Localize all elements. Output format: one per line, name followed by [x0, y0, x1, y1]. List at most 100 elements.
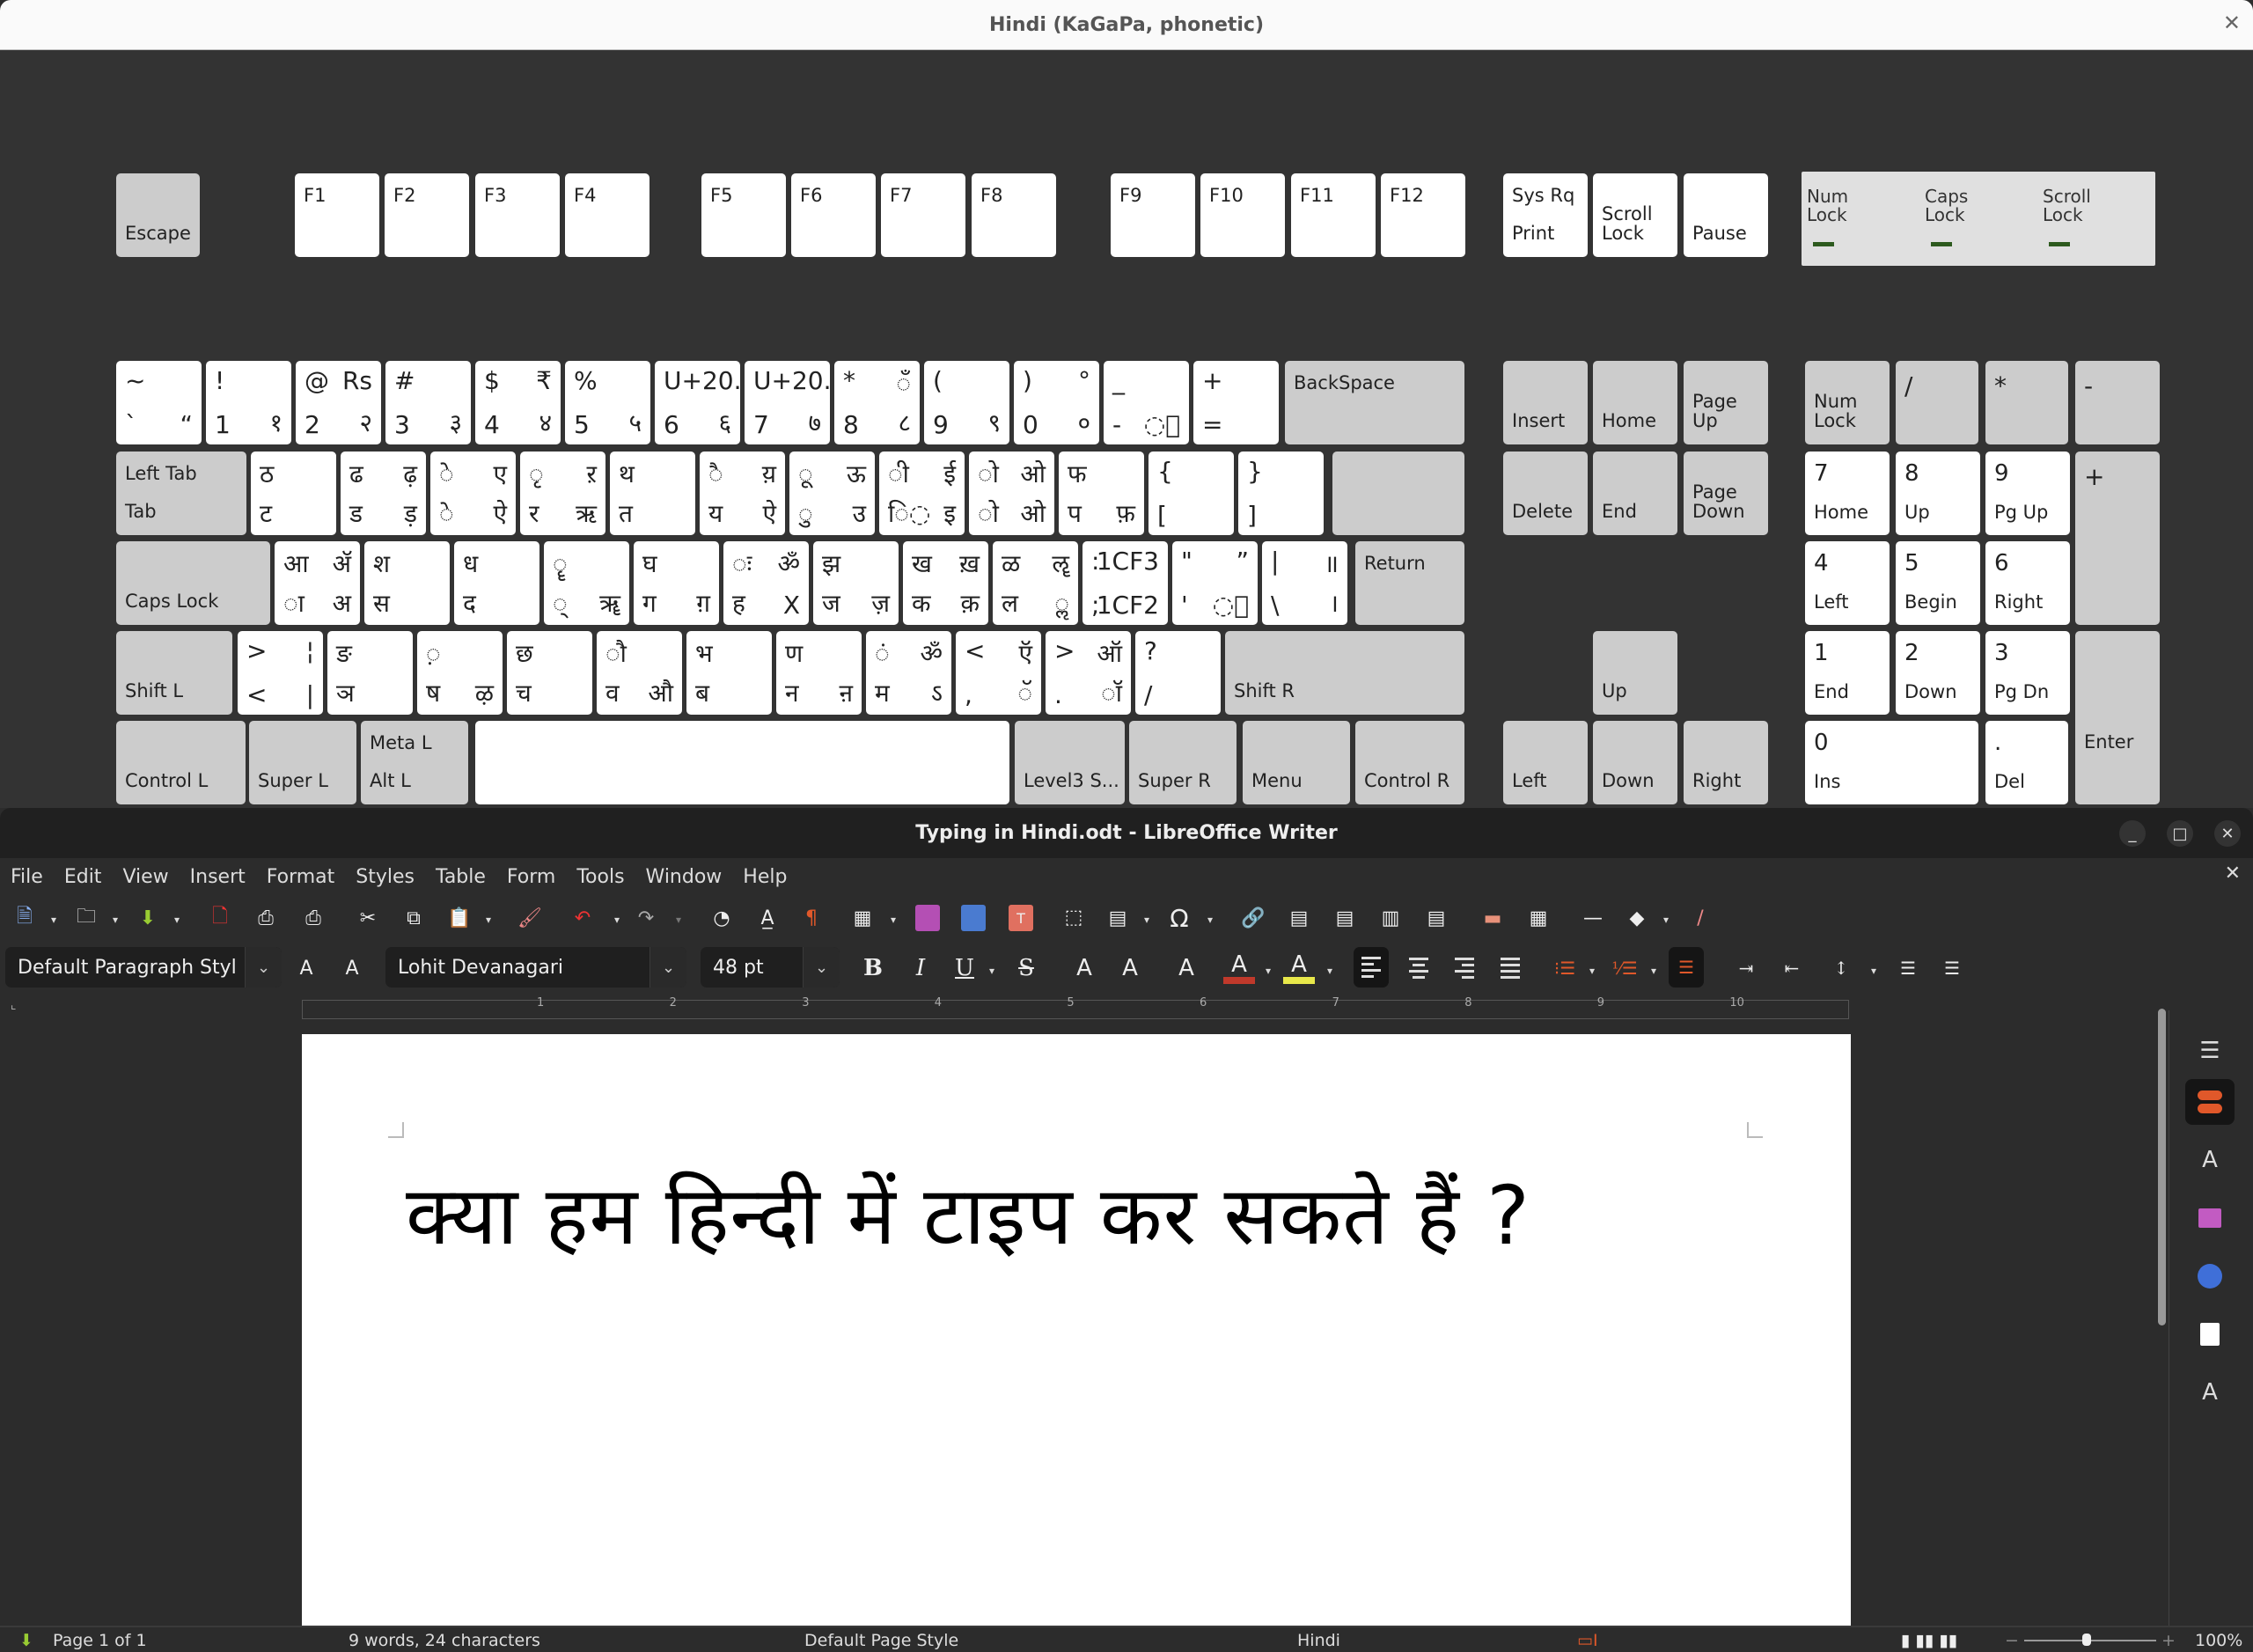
paragraph-spacing-icon[interactable]: ☰	[1892, 952, 1924, 984]
key-kp-3[interactable]: 3 Pg Dn	[1985, 631, 2070, 715]
key-backspace[interactable]: BackSpace	[1285, 361, 1464, 444]
key-caps-row[interactable]: ◌ः ॐ ह X	[723, 541, 809, 625]
increase-indent-icon[interactable]: ⇥	[1730, 952, 1762, 984]
key-kp-4[interactable]: 4 Left	[1805, 541, 1890, 625]
key-number-row[interactable]: % 5 ५	[565, 361, 650, 444]
special-character-icon[interactable]: Ω	[1167, 904, 1192, 933]
key-tab-row[interactable]: फ प फ़	[1059, 452, 1144, 535]
document-text[interactable]: क्या हम हिन्दी में टाइप कर सकते हैं ?	[406, 1157, 1530, 1267]
key-sys-2[interactable]: Pause	[1684, 173, 1768, 257]
key-f4[interactable]: F4	[565, 173, 649, 257]
insert-line-icon[interactable]: —	[1581, 905, 1605, 931]
sidebar-menu-icon[interactable]: ☰	[2185, 1028, 2235, 1074]
outline-list-button[interactable]: ☰	[1669, 947, 1704, 988]
key-kp-enter[interactable]: Enter	[2075, 631, 2160, 804]
key-caps-row[interactable]: घ ग ग़	[634, 541, 719, 625]
ruler-bar[interactable]	[302, 1000, 1849, 1019]
key-menu[interactable]: Menu	[1243, 721, 1350, 804]
zoom-out-icon[interactable]: −	[2005, 1631, 2019, 1650]
key-number-row[interactable]: ) ° 0 ०	[1014, 361, 1099, 444]
chevron-down-icon[interactable]: ▾	[486, 914, 491, 926]
styles-icon[interactable]: A	[2185, 1137, 2235, 1183]
key-shift-row[interactable]: > ऑ. ◌ॉ	[1046, 631, 1131, 715]
maximize-button[interactable]: □	[2167, 820, 2193, 847]
justify-button[interactable]	[1494, 952, 1526, 984]
key-left[interactable]: Left	[1503, 721, 1588, 804]
key-number-row[interactable]: * ◌ँ 8 ८	[834, 361, 920, 444]
key-delete[interactable]: Delete	[1503, 452, 1588, 535]
key-caps-row[interactable]: आ ॲ ◌ा अ	[275, 541, 360, 625]
subscript-icon[interactable]: A	[1114, 952, 1146, 984]
chevron-down-icon[interactable]: ⌄	[803, 947, 840, 988]
key-tab-row[interactable]: ◌ो ओ ◌ो ओ	[969, 452, 1054, 535]
key-shift-row[interactable]: भब	[686, 631, 772, 715]
new-document-icon[interactable]: 🗎	[12, 905, 37, 931]
key-kp-multiply[interactable]: *	[1985, 361, 2068, 444]
save-icon[interactable]: ⬇	[136, 905, 160, 931]
chevron-down-icon[interactable]: ▾	[1327, 965, 1332, 977]
key-shift-row[interactable]: ◌ं ॐ म ऽ	[866, 631, 951, 715]
numbered-list-icon[interactable]: ⅟☰	[1609, 952, 1640, 984]
menu-edit[interactable]: Edit	[64, 866, 102, 888]
bookmark-icon[interactable]: ▥	[1378, 905, 1403, 931]
hyperlink-icon[interactable]: 🔗	[1241, 905, 1266, 931]
key-down[interactable]: Down	[1593, 721, 1677, 804]
key-f9[interactable]: F9	[1111, 173, 1195, 257]
key-number-row[interactable]: @ Rs 2 २	[296, 361, 381, 444]
clear-formatting-icon[interactable]: A	[1171, 952, 1202, 984]
chevron-down-icon[interactable]: ▾	[174, 914, 180, 926]
chevron-down-icon[interactable]: ▾	[113, 914, 118, 926]
key-tab-row[interactable]: }]	[1238, 452, 1324, 535]
find-replace-icon[interactable]: ◔	[709, 905, 734, 931]
line-spacing-icon[interactable]: ↕	[1825, 952, 1857, 984]
insert-chart-icon[interactable]	[961, 905, 986, 931]
save-status-icon[interactable]: ⬇	[19, 1631, 33, 1650]
key-page-down[interactable]: Page Down	[1684, 452, 1768, 535]
insert-image-icon[interactable]	[915, 905, 940, 931]
strikethrough-button[interactable]: S	[1010, 952, 1042, 984]
chevron-down-icon[interactable]: ▾	[51, 914, 56, 926]
key-f10[interactable]: F10	[1200, 173, 1285, 257]
vertical-scrollbar[interactable]	[2158, 1009, 2166, 1325]
key-shift-row[interactable]: > ¦ < |	[238, 631, 323, 715]
menu-file[interactable]: File	[11, 866, 43, 888]
key-sys-0[interactable]: Sys Rq Print	[1503, 173, 1588, 257]
key-escape[interactable]: Escape	[116, 173, 200, 257]
endnote-icon[interactable]: ▤	[1332, 905, 1357, 931]
zoom-slider-handle[interactable]	[2082, 1634, 2091, 1646]
key-caps-row[interactable]: | ॥ \ ।	[1262, 541, 1347, 625]
export-pdf-icon[interactable]: 🗋	[208, 905, 232, 931]
key-shift-row[interactable]: ? /	[1135, 631, 1221, 715]
new-style-icon[interactable]: A	[336, 952, 368, 984]
copy-icon[interactable]: ⧉	[401, 905, 426, 931]
print-preview-icon[interactable]: ⎙	[301, 905, 326, 931]
key-f3[interactable]: F3	[475, 173, 560, 257]
close-icon[interactable]: ✕	[2223, 11, 2241, 35]
key-f11[interactable]: F11	[1291, 173, 1376, 257]
menu-table[interactable]: Table	[436, 866, 486, 888]
key-kp-6[interactable]: 6 Right	[1985, 541, 2070, 625]
spelling-icon[interactable]: A̲	[755, 905, 780, 931]
key-sys-1[interactable]: Scroll Lock	[1593, 173, 1677, 257]
key-alt-l[interactable]: Meta L Alt L	[361, 721, 468, 804]
key-page-up[interactable]: Page Up	[1684, 361, 1768, 444]
key-tab-row[interactable]: ◌ृ ऱ र ऋ	[520, 452, 605, 535]
key-space[interactable]	[475, 721, 1009, 804]
tab-stop-icon[interactable]: ⌞	[11, 998, 17, 1012]
gallery-icon[interactable]	[2185, 1195, 2235, 1241]
insert-table-icon[interactable]: ▦	[850, 905, 875, 931]
key-caps-lock[interactable]: Caps Lock	[116, 541, 270, 625]
font-size-combo[interactable]: 48 pt ⌄	[701, 947, 840, 988]
chevron-down-icon[interactable]: ▾	[1207, 914, 1213, 926]
menu-tools[interactable]: Tools	[576, 866, 624, 888]
key-f2[interactable]: F2	[385, 173, 469, 257]
insert-page-break-icon[interactable]: ⬚	[1061, 899, 1086, 935]
italic-button[interactable]: I	[905, 952, 936, 984]
key-tab-row[interactable]: ठट	[251, 452, 336, 535]
key-f8[interactable]: F8	[972, 173, 1056, 257]
key-caps-row[interactable]: झ ज ज़	[813, 541, 899, 625]
language[interactable]: Hindi	[1297, 1631, 1340, 1650]
key-kp-2[interactable]: 2 Down	[1896, 631, 1980, 715]
draw-functions-icon[interactable]: /	[1688, 905, 1713, 931]
key-shift-row[interactable]: < ऍ, ◌ॅ	[956, 631, 1041, 715]
